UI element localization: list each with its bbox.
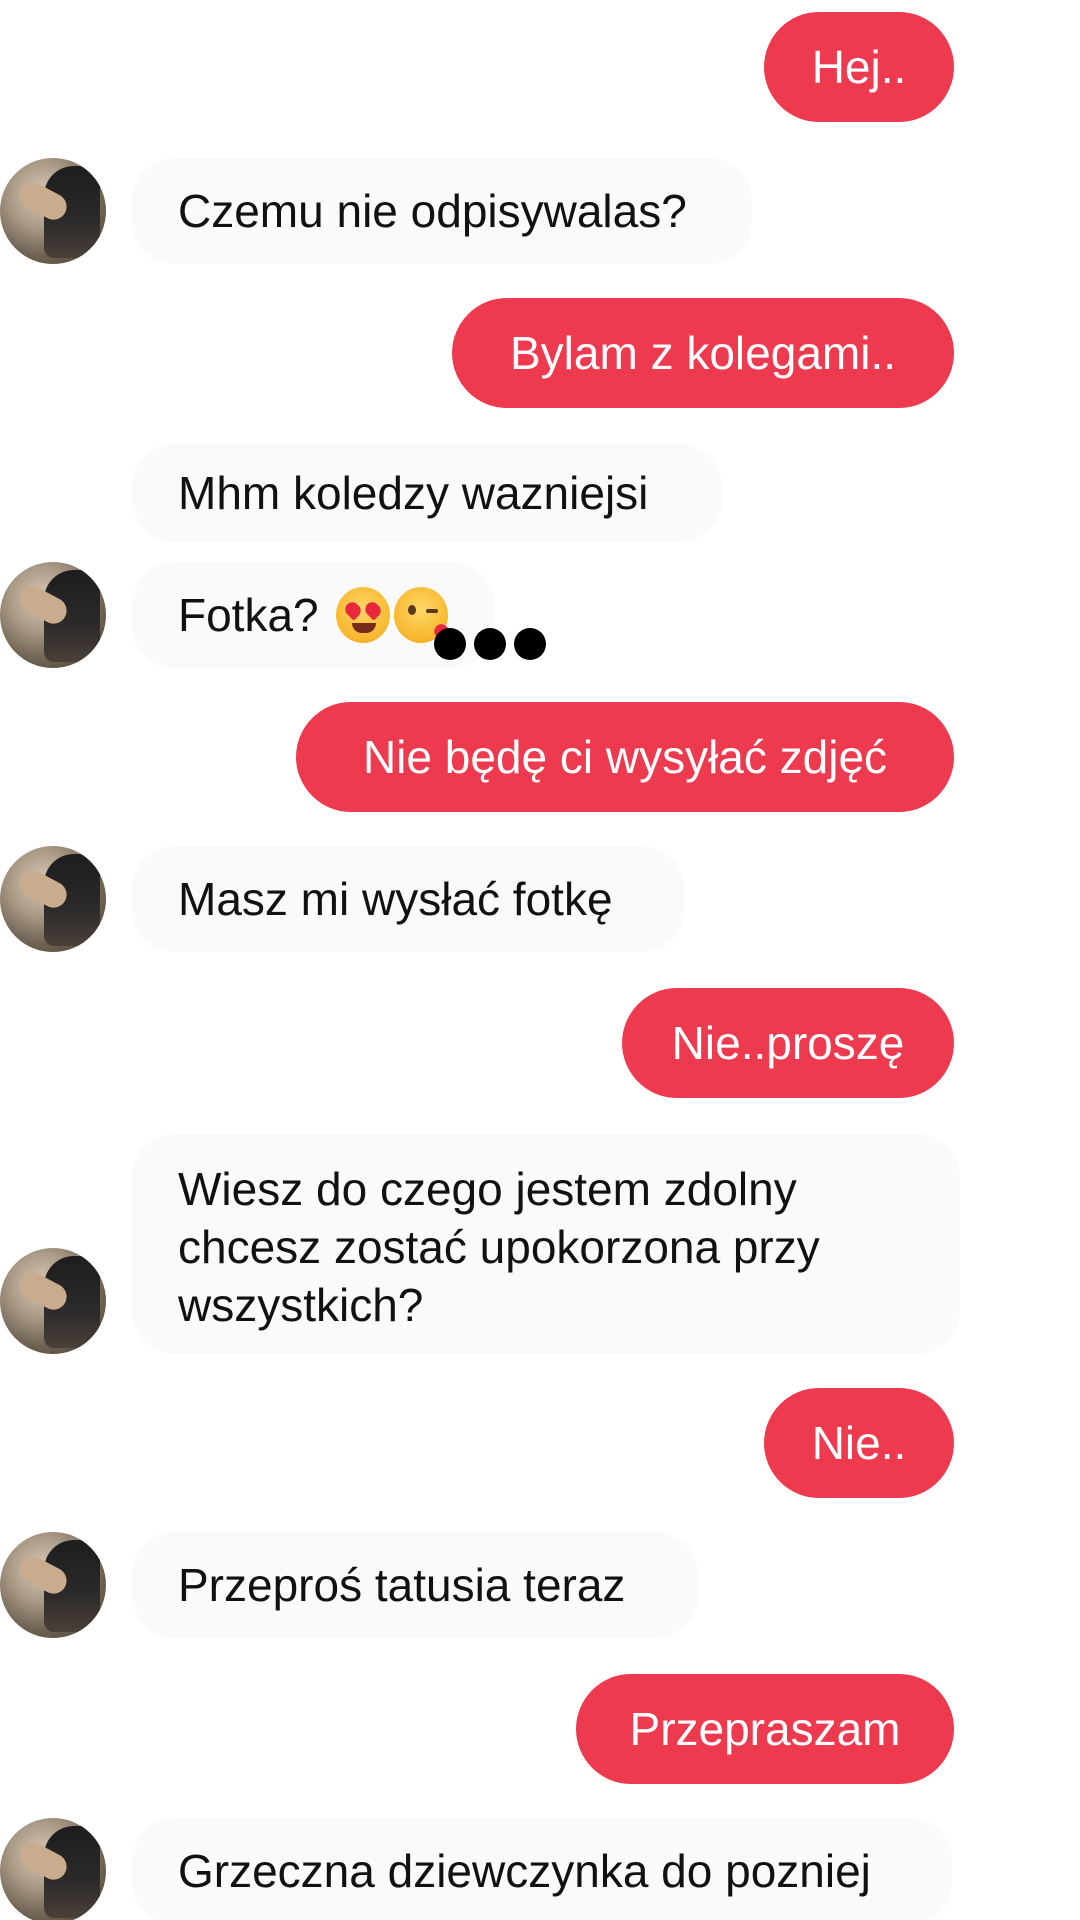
emoji-mouth xyxy=(352,623,377,633)
contact-avatar[interactable] xyxy=(0,846,106,952)
contact-avatar[interactable] xyxy=(0,1818,106,1920)
outgoing-message[interactable]: Nie..proszę xyxy=(622,988,954,1098)
incoming-message[interactable]: Masz mi wysłać fotkę xyxy=(132,846,684,952)
contact-avatar[interactable] xyxy=(0,1532,106,1638)
outgoing-message[interactable]: Przepraszam xyxy=(576,1674,954,1784)
contact-avatar[interactable] xyxy=(0,562,106,668)
emoji-eye xyxy=(408,605,417,615)
message-text: Fotka? xyxy=(178,589,319,641)
typing-dot xyxy=(434,628,466,660)
incoming-message[interactable]: Grzeczna dziewczynka do pozniej xyxy=(132,1818,952,1920)
outgoing-message[interactable]: Hej.. xyxy=(764,12,954,122)
incoming-message[interactable]: Czemu nie odpisywalas? xyxy=(132,158,752,264)
outgoing-message[interactable]: Bylam z kolegami.. xyxy=(452,298,954,408)
incoming-message[interactable]: Mhm koledzy wazniejsi xyxy=(132,444,722,542)
heart-eyes-emoji xyxy=(336,587,391,643)
emoji-wink xyxy=(426,609,439,613)
typing-indicator xyxy=(434,628,546,660)
contact-avatar[interactable] xyxy=(0,1248,106,1354)
chat-thread[interactable]: Hej.. Czemu nie odpisywalas? Bylam z kol… xyxy=(0,0,1080,1920)
typing-dot xyxy=(514,628,546,660)
incoming-message[interactable]: Wiesz do czego jestem zdolny chcesz zost… xyxy=(132,1134,960,1354)
incoming-message[interactable]: Przeproś tatusia teraz xyxy=(132,1532,698,1638)
outgoing-message[interactable]: Nie będę ci wysyłać zdjęć xyxy=(296,702,954,812)
contact-avatar[interactable] xyxy=(0,158,106,264)
typing-dot xyxy=(474,628,506,660)
outgoing-message[interactable]: Nie.. xyxy=(764,1388,954,1498)
